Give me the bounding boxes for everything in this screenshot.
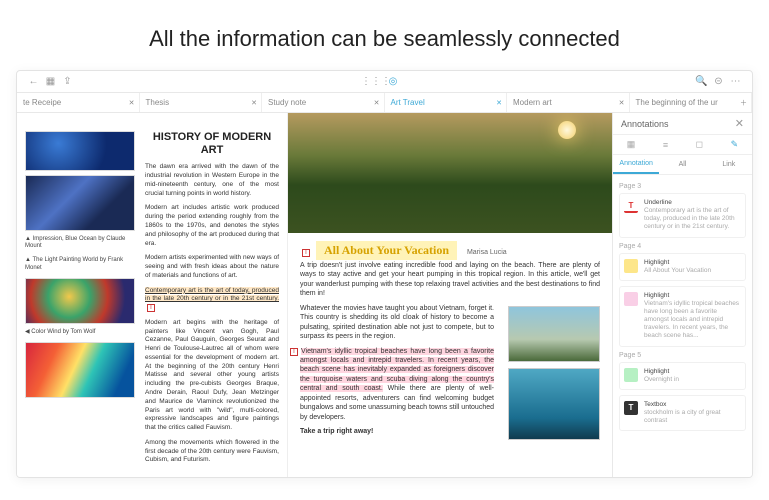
list-view-icon[interactable]: ≡: [663, 140, 668, 150]
hero-photo: [288, 113, 612, 233]
close-icon[interactable]: ✕: [129, 99, 135, 107]
page-label: Page 3: [619, 183, 746, 190]
highlight-swatch-icon: [624, 292, 638, 306]
highlight-swatch-icon: [624, 259, 638, 273]
tab-link[interactable]: Link: [706, 155, 752, 174]
page-label: Page 4: [619, 243, 746, 250]
read-icon[interactable]: ⊝: [713, 76, 724, 87]
tab-label: Modern art: [513, 98, 552, 107]
panel-filter-tabs: Annotation All Link: [613, 155, 752, 175]
annotation-item[interactable]: T Textboxstockholm is a city of great co…: [619, 395, 746, 431]
right-document: T All About Your Vacation Marisa Lucia A…: [287, 113, 612, 477]
target-icon[interactable]: ◎: [388, 76, 399, 87]
tab-label: Study note: [268, 98, 306, 107]
side-photo-2: [508, 368, 600, 440]
article-text: HISTORY OF MODERN ART The dawn era arriv…: [135, 131, 279, 473]
add-tab-icon[interactable]: ＋: [740, 98, 747, 108]
annotation-type: Textbox: [644, 401, 741, 409]
close-icon[interactable]: ✕: [496, 99, 502, 107]
textbox-swatch-icon: T: [624, 401, 638, 415]
annotation-marker-icon[interactable]: T: [302, 249, 310, 257]
close-icon[interactable]: ✕: [619, 99, 625, 107]
workspace: ▲ Impression, Blue Ocean by Claude Mount…: [17, 113, 752, 477]
share-icon[interactable]: ⇪: [62, 76, 73, 87]
annotation-marker-icon[interactable]: T: [290, 348, 298, 356]
vacation-article: T All About Your Vacation Marisa Lucia A…: [288, 233, 612, 448]
annotation-snippet: Contemporary art is the art of today, pr…: [644, 207, 735, 230]
tab-thesis[interactable]: Thesis ✕: [140, 93, 263, 112]
panel-view-switcher: ▦ ≡ ◻ ✎: [613, 135, 752, 155]
back-icon[interactable]: ←: [28, 76, 39, 87]
highlighted-paragraph: Contemporary art is the art of today, pr…: [145, 287, 279, 313]
annotation-view-icon[interactable]: ✎: [731, 139, 739, 150]
annotation-item[interactable]: HighlightAll About Your Vacation: [619, 253, 746, 281]
annotation-item[interactable]: HighlightVietnam's idyllic tropical beac…: [619, 286, 746, 347]
tab-beginning[interactable]: The beginning of the ur ＋: [630, 93, 753, 112]
caption-2: ▲ The Light Painting World by Frank Mone…: [25, 257, 135, 271]
marketing-headline: All the information can be seamlessly co…: [0, 0, 769, 70]
caption-3: ◀ Color Wind by Tom Wolf: [25, 329, 135, 336]
tab-label: te Receipe: [23, 98, 61, 107]
highlight-swatch-icon: [624, 368, 638, 382]
artwork-thumb-4: [25, 342, 135, 398]
app-window: ← ▦ ⇪ ⋮⋮⋮ ◎ 🔍 ⊝ ⋯ te Receipe ✕ Thesis ✕ St…: [16, 70, 753, 478]
annotation-type: Highlight: [644, 292, 741, 300]
close-panel-icon[interactable]: ✕: [735, 117, 744, 130]
artwork-thumb-2: [25, 175, 135, 231]
annotation-snippet: Vietnam's idyllic tropical beaches have …: [644, 300, 739, 340]
article-title: All About Your Vacation: [316, 241, 457, 260]
tab-annotation[interactable]: Annotation: [613, 155, 659, 174]
underline-swatch-icon: T: [624, 199, 638, 213]
tab-modernart[interactable]: Modern art ✕: [507, 93, 630, 112]
tab-arttravel[interactable]: Art Travel ✕: [385, 93, 508, 112]
byline: Marisa Lucia: [467, 249, 507, 256]
annotations-panel: Annotations ✕ ▦ ≡ ◻ ✎ Annotation All Lin…: [612, 113, 752, 477]
image-column: ▲ Impression, Blue Ocean by Claude Mount…: [25, 131, 135, 473]
paragraph: Modern art begins with the heritage of p…: [145, 319, 279, 433]
annotation-snippet: stockholm is a city of great contrast: [644, 409, 721, 424]
annotations-list: Page 3 T UnderlineContemporary art is th…: [613, 175, 752, 477]
side-photo-1: [508, 306, 600, 362]
annotation-type: Underline: [644, 199, 741, 207]
cta-text: Take a trip right away!: [300, 427, 494, 436]
tab-label: Art Travel: [391, 98, 425, 107]
main-toolbar: ← ▦ ⇪ ⋮⋮⋮ ◎ 🔍 ⊝ ⋯: [17, 71, 752, 93]
more-icon[interactable]: ⋯: [730, 76, 741, 87]
grid-view-icon[interactable]: ▦: [627, 139, 636, 150]
paragraph: A trip doesn't just involve eating incre…: [300, 261, 600, 299]
left-document: ▲ Impression, Blue Ocean by Claude Mount…: [17, 113, 287, 477]
tab-label: Thesis: [146, 98, 170, 107]
paragraph: Modern art includes artistic work produc…: [145, 204, 279, 248]
annotation-item[interactable]: HighlightOvernight in: [619, 362, 746, 390]
tab-studynote[interactable]: Study note ✕: [262, 93, 385, 112]
tab-all[interactable]: All: [659, 155, 705, 174]
paragraph: The dawn era arrived with the dawn of th…: [145, 163, 279, 198]
paragraph: Among the movements which flowered in th…: [145, 439, 279, 465]
article-heading: HISTORY OF MODERN ART: [145, 131, 279, 157]
bookmark-view-icon[interactable]: ◻: [696, 139, 703, 150]
close-icon[interactable]: ✕: [251, 99, 257, 107]
tab-label: The beginning of the ur: [636, 98, 718, 107]
page-label: Page 5: [619, 352, 746, 359]
annotation-item[interactable]: T UnderlineContemporary art is the art o…: [619, 193, 746, 238]
search-icon[interactable]: 🔍: [696, 76, 707, 87]
grid-icon[interactable]: ▦: [45, 76, 56, 87]
panel-title: Annotations: [621, 119, 669, 129]
artwork-thumb-1: [25, 131, 135, 171]
annotation-type: Highlight: [644, 259, 711, 267]
document-tabs: te Receipe ✕ Thesis ✕ Study note ✕ Art Trav…: [17, 93, 752, 113]
highlighted-paragraph: TVietnam's idyllic tropical beaches have…: [300, 347, 494, 423]
annotation-snippet: All About Your Vacation: [644, 267, 711, 274]
tab-recipe[interactable]: te Receipe ✕: [17, 93, 140, 112]
annotation-marker-icon[interactable]: T: [147, 304, 155, 312]
paragraph: Whatever the movies have taught you abou…: [300, 304, 494, 342]
artwork-thumb-3: [25, 278, 135, 324]
close-icon[interactable]: ✕: [374, 99, 380, 107]
annotation-type: Highlight: [644, 368, 679, 376]
paragraph: Modern artists experimented with new way…: [145, 254, 279, 280]
caption-1: ▲ Impression, Blue Ocean by Claude Mount: [25, 236, 135, 250]
annotation-snippet: Overnight in: [644, 376, 679, 383]
apps-icon[interactable]: ⋮⋮⋮: [371, 76, 382, 87]
